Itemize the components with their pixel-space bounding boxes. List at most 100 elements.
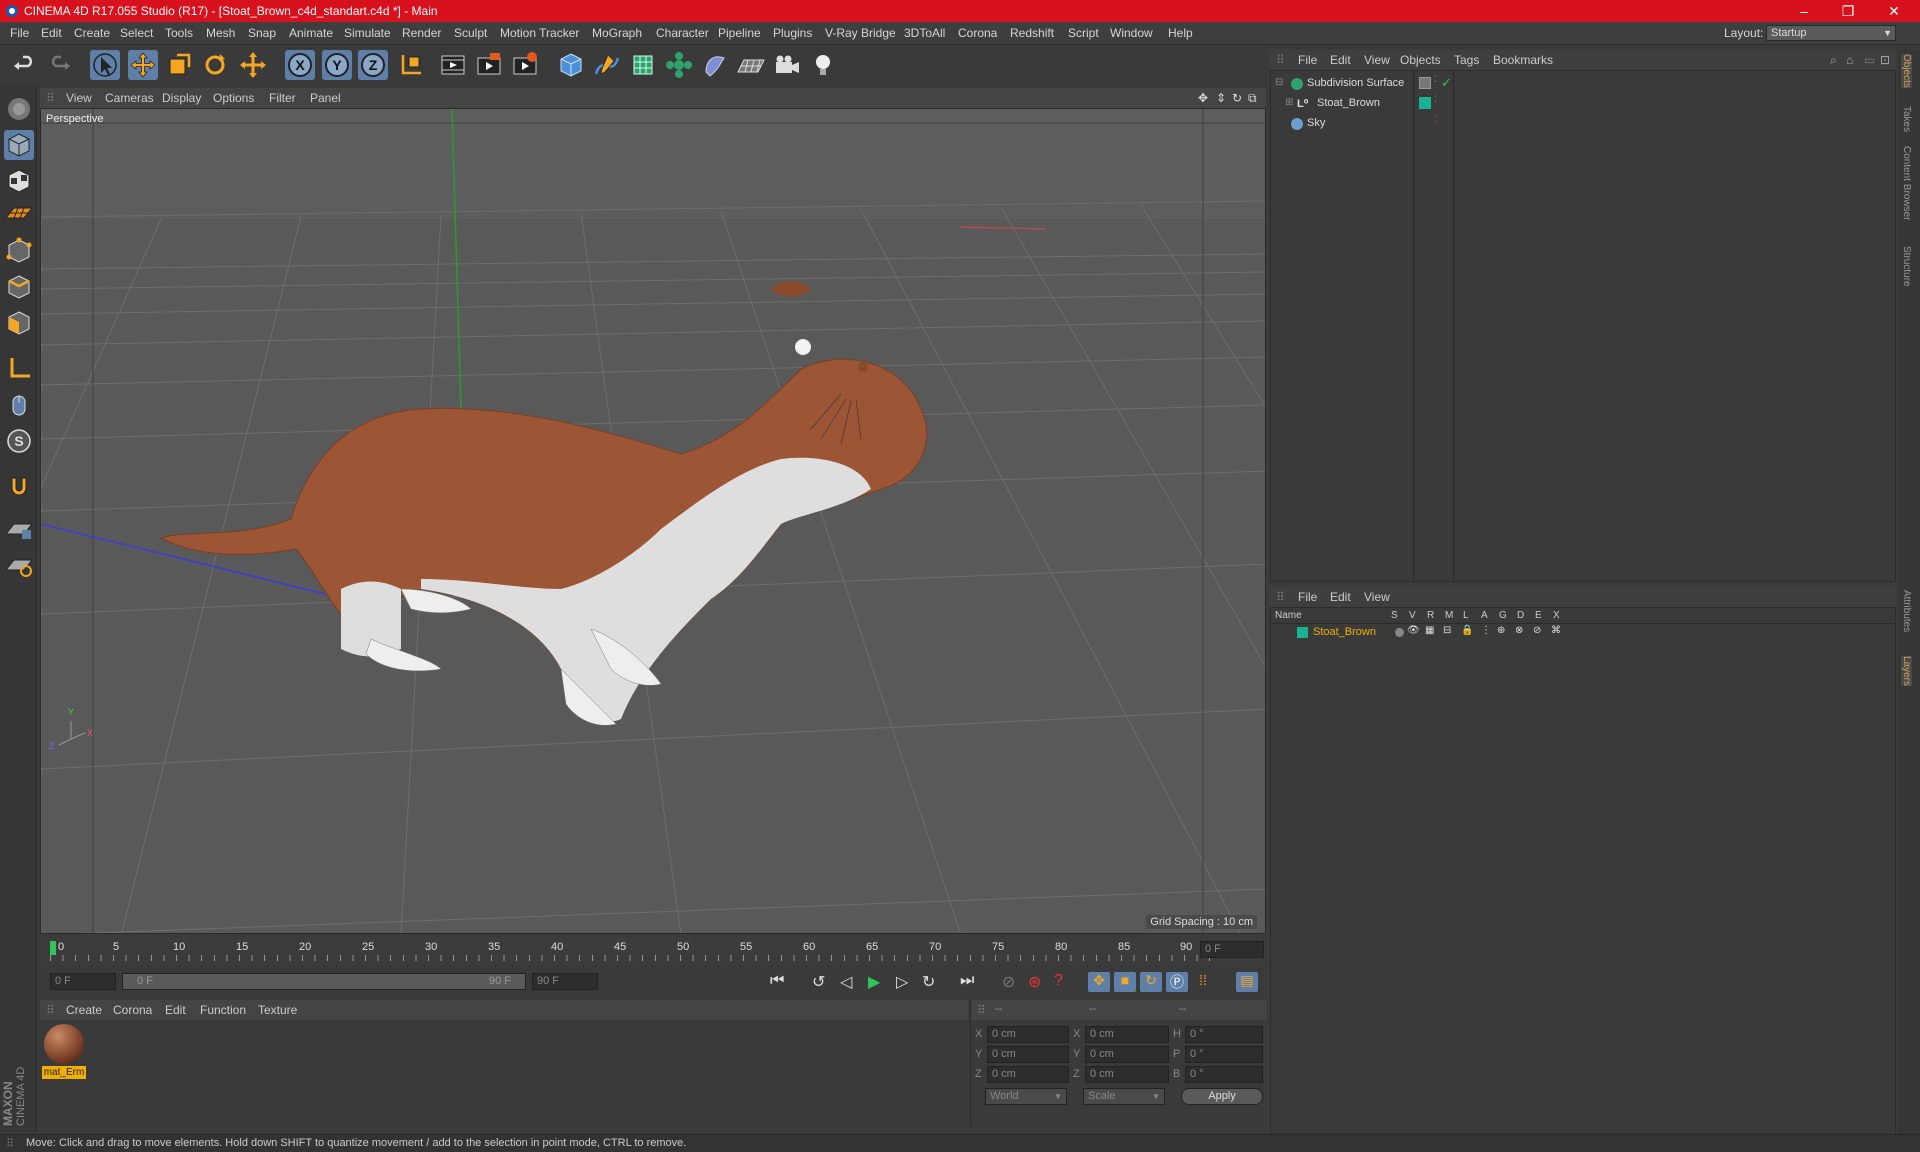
objects-menu-view[interactable]: View: [1364, 53, 1390, 67]
material-menu-texture[interactable]: Texture: [258, 1003, 297, 1017]
layer-animation-icon[interactable]: ⋮: [1481, 625, 1491, 636]
start-frame-field[interactable]: 0 F: [50, 973, 116, 990]
y-axis-lock-button[interactable]: Y: [322, 50, 352, 80]
axis-mode-button[interactable]: [4, 354, 34, 384]
visibility-dots[interactable]: ⁚: [1434, 75, 1437, 84]
snap-button[interactable]: S: [4, 426, 34, 456]
undo-button[interactable]: [10, 50, 40, 80]
menu-simulate[interactable]: Simulate: [344, 26, 391, 40]
scale-tool-button[interactable]: [164, 50, 194, 80]
menu-select[interactable]: Select: [120, 26, 153, 40]
floor-button[interactable]: [736, 50, 766, 80]
coord-rot-p-field[interactable]: 0 °: [1185, 1046, 1263, 1063]
step-back-icon[interactable]: ◁: [840, 972, 852, 992]
key-move-icon[interactable]: ✥: [1088, 972, 1110, 992]
coord-mode-scale-dropdown[interactable]: Scale ▼: [1083, 1088, 1165, 1105]
menu-edit[interactable]: Edit: [41, 26, 62, 40]
viewport-menu-panel[interactable]: Panel: [310, 91, 341, 105]
z-axis-lock-button[interactable]: Z: [358, 50, 388, 80]
layer-color-swatch[interactable]: [1297, 627, 1308, 638]
layer-view-eye-icon[interactable]: 👁: [1407, 625, 1420, 636]
menu-script[interactable]: Script: [1068, 26, 1099, 40]
layer-deformer-icon[interactable]: ⊗: [1515, 625, 1523, 636]
viewport-menu-cameras[interactable]: Cameras: [105, 91, 154, 105]
coord-pos-x-field[interactable]: 0 cm: [987, 1026, 1069, 1043]
coord-size-y-field[interactable]: 0 cm: [1085, 1046, 1169, 1063]
coord-rot-h-field[interactable]: 0 °: [1185, 1026, 1263, 1043]
step-forward-icon[interactable]: ▷: [896, 972, 908, 992]
layer-generator-icon[interactable]: ⊕: [1497, 625, 1505, 636]
menu-snap[interactable]: Snap: [248, 26, 276, 40]
keyframe-help-icon[interactable]: ?: [1054, 972, 1063, 990]
coordinate-system-button[interactable]: [396, 50, 426, 80]
object-row-sky[interactable]: Sky ⁚: [1271, 114, 1895, 134]
key-pla-icon[interactable]: ⁞⁞: [1192, 972, 1214, 992]
select-tool-button[interactable]: [90, 50, 120, 80]
layers-menu-file[interactable]: File: [1298, 590, 1317, 604]
viewport-move-icon[interactable]: ✥: [1198, 91, 1208, 105]
make-editable-button[interactable]: [4, 94, 34, 124]
tab-objects[interactable]: Objects: [1901, 54, 1912, 88]
layer-expression-icon[interactable]: ⊘: [1533, 625, 1541, 636]
coord-mode-world-dropdown[interactable]: World ▼: [985, 1088, 1067, 1105]
layers-menu-edit[interactable]: Edit: [1330, 590, 1351, 604]
collapse-icon[interactable]: ▭: [1864, 53, 1875, 67]
material-menu-function[interactable]: Function: [200, 1003, 246, 1017]
object-row-stoat-brown[interactable]: ⊞ L⁰ Stoat_Brown ⁚: [1271, 94, 1895, 114]
menu-render[interactable]: Render: [402, 26, 441, 40]
visibility-dots[interactable]: ⁚: [1434, 115, 1437, 124]
viewport-menu-view[interactable]: View: [66, 91, 92, 105]
end-frame-field[interactable]: 90 F: [532, 973, 598, 990]
objects-menu-bookmarks[interactable]: Bookmarks: [1493, 53, 1553, 67]
viewport-menu-filter[interactable]: Filter: [269, 91, 296, 105]
menu-plugins[interactable]: Plugins: [773, 26, 812, 40]
playhead[interactable]: [50, 941, 56, 955]
x-axis-lock-button[interactable]: X: [285, 50, 315, 80]
timeline-ruler[interactable]: 0 5 10 15 20 25 30 35 40 45 50 55 60 65 …: [40, 937, 1266, 963]
material-swatch[interactable]: mat_Erm: [42, 1024, 86, 1080]
menu-file[interactable]: File: [10, 26, 29, 40]
tab-content-browser[interactable]: Content Browser: [1901, 146, 1912, 220]
material-menu-create[interactable]: Create: [66, 1003, 102, 1017]
autokey-icon[interactable]: ⊛: [1028, 972, 1041, 992]
viewport-menu-display[interactable]: Display: [162, 91, 201, 105]
objects-menu-tags[interactable]: Tags: [1454, 53, 1479, 67]
render-picture-viewer-button[interactable]: [474, 50, 504, 80]
coord-size-x-field[interactable]: 0 cm: [1085, 1026, 1169, 1043]
layer-xref-icon[interactable]: ⌘: [1551, 625, 1561, 636]
pen-spline-button[interactable]: [592, 50, 622, 80]
tab-structure[interactable]: Structure: [1901, 246, 1912, 287]
objects-menu-objects[interactable]: Objects: [1400, 53, 1441, 67]
viewport-rotate-icon[interactable]: ↻: [1232, 91, 1242, 105]
menu-window[interactable]: Window: [1110, 26, 1153, 40]
key-param-icon[interactable]: Ⓟ: [1166, 972, 1188, 992]
maximize-button[interactable]: ❐: [1838, 2, 1858, 20]
tab-takes[interactable]: Takes: [1901, 106, 1912, 132]
polygons-mode-button[interactable]: [4, 308, 34, 338]
menu-3dtoall[interactable]: 3DToAll: [904, 26, 945, 40]
collapse-icon[interactable]: ⊟: [1275, 77, 1283, 88]
close-button[interactable]: ✕: [1884, 2, 1904, 20]
points-mode-button[interactable]: [4, 236, 34, 266]
light-button[interactable]: [808, 50, 838, 80]
transform-tool-button[interactable]: [238, 50, 268, 80]
layer-render-icon[interactable]: ▦: [1425, 625, 1434, 636]
go-to-start-icon[interactable]: ⏮: [770, 972, 784, 990]
current-frame-field[interactable]: 0 F: [1200, 941, 1264, 958]
menu-help[interactable]: Help: [1168, 26, 1193, 40]
menu-create[interactable]: Create: [74, 26, 110, 40]
magnet-button[interactable]: [4, 472, 34, 502]
workplane-toggle-button[interactable]: [4, 550, 34, 580]
minimize-button[interactable]: –: [1794, 2, 1814, 20]
menu-character[interactable]: Character: [656, 26, 709, 40]
layer-lock-icon[interactable]: 🔒: [1461, 625, 1473, 636]
material-menu-edit[interactable]: Edit: [165, 1003, 186, 1017]
coord-rot-b-field[interactable]: 0 °: [1185, 1066, 1263, 1083]
layer-swatch[interactable]: [1419, 77, 1431, 89]
menu-mograph[interactable]: MoGraph: [592, 26, 642, 40]
tab-attributes[interactable]: Attributes: [1901, 590, 1912, 632]
menu-tools[interactable]: Tools: [165, 26, 193, 40]
tweak-mode-button[interactable]: [4, 390, 34, 420]
coord-size-z-field[interactable]: 0 cm: [1085, 1066, 1169, 1083]
redo-button[interactable]: [44, 50, 74, 80]
